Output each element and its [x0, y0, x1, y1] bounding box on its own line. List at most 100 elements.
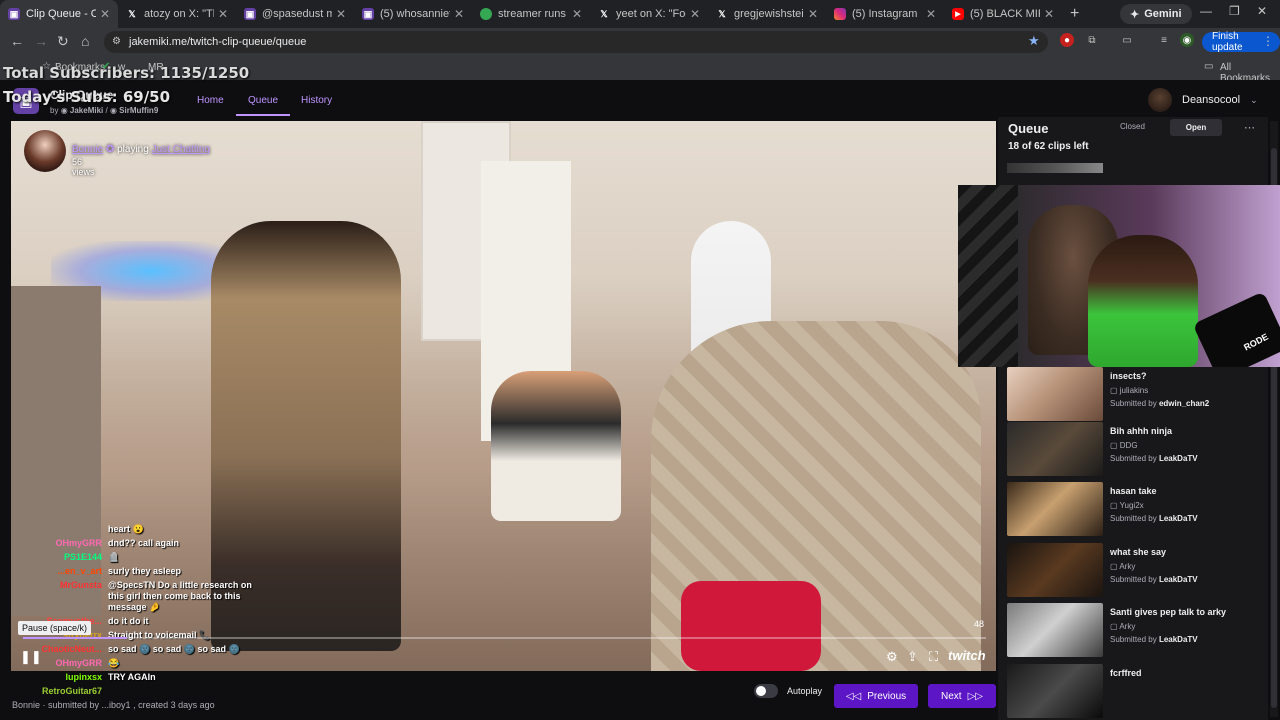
folder-icon: ▭ — [1204, 61, 1214, 72]
nav-history[interactable]: History — [301, 95, 332, 106]
close-icon[interactable]: ✕ — [1044, 7, 1054, 21]
queue-item-thumbnail — [1007, 482, 1103, 536]
chat-text: Straight to voicemail 📞 — [108, 630, 211, 640]
queue-item-thumbnail — [1007, 603, 1103, 657]
browser-tab[interactable]: ▣ (5) whosannietabe ✕ — [354, 0, 472, 28]
chat-username[interactable]: RetroGuitar67 — [26, 686, 102, 697]
chat-username[interactable]: lupinxsx — [26, 672, 102, 683]
reload-icon[interactable]: ↻ — [57, 33, 69, 50]
twitch-watermark[interactable]: twitch — [948, 648, 986, 663]
settings-gear-icon[interactable]: ⚙ — [886, 649, 898, 665]
submitted-by-label: Submitted by — [1110, 399, 1157, 408]
queue-item-thumbnail — [1007, 367, 1103, 421]
acoustic-foam — [958, 185, 1018, 367]
extensions-icon[interactable]: ⧉ — [1085, 33, 1099, 47]
tab-search-icon[interactable]: ≡ — [1157, 33, 1171, 47]
minimize-icon[interactable]: — — [1200, 4, 1212, 18]
queue-item[interactable]: Santi gives pep talk to arky ▢ Arky Submit… — [1007, 603, 1257, 659]
chat-text: @SpecsTN Do a little research on this gi… — [108, 580, 252, 612]
fullscreen-icon[interactable]: ⛶ — [929, 649, 938, 665]
user-menu[interactable]: Deansocool ⌄ — [1148, 88, 1258, 112]
next-button[interactable]: Next ▷▷ — [928, 684, 996, 708]
site-info-icon[interactable]: ⚙ — [112, 36, 121, 47]
chat-username[interactable]: PS1E144 — [26, 552, 102, 563]
autoplay-toggle[interactable] — [754, 684, 778, 698]
browser-tab[interactable]: ▣ @spasedust me ✕ — [236, 0, 354, 28]
close-icon[interactable]: ✕ — [572, 7, 582, 21]
close-icon[interactable]: ✕ — [926, 7, 936, 21]
bookmark-star-icon[interactable]: ★ — [1028, 33, 1040, 49]
more-options-icon[interactable]: ⋯ — [1244, 121, 1255, 134]
url-field[interactable]: ⚙ jakemiki.me/twitch-clip-queue/queue — [104, 31, 1048, 53]
queue-item-title: hasan take — [1110, 486, 1157, 496]
previous-button[interactable]: ◁◁ Previous — [834, 684, 918, 708]
browser-tab[interactable]: 𝕏 yeet on X: "Footage ✕ — [590, 0, 708, 28]
back-icon[interactable]: ← — [10, 33, 24, 49]
queue-item-submitter: Submitted by LeakDaTV — [1110, 454, 1198, 463]
close-icon[interactable]: ✕ — [690, 7, 700, 21]
close-icon[interactable]: ✕ — [454, 7, 464, 21]
queue-item[interactable]: what she say ▢ Arky Submitted by LeakDaTV — [1007, 543, 1257, 599]
queue-item[interactable]: hasan take ▢ Yugi2x Submitted by LeakDaTV — [1007, 482, 1257, 538]
menu-kebab-icon[interactable]: ⋮ — [1262, 34, 1274, 48]
nav-queue[interactable]: Queue — [236, 95, 291, 116]
share-icon[interactable]: ⇪ — [907, 649, 918, 665]
queue-item-submitter: Submitted by LeakDaTV — [1110, 635, 1198, 644]
chat-username[interactable]: OHmyGRR — [26, 538, 102, 549]
queue-item-channel: ▢ DDG — [1110, 441, 1138, 450]
maximize-icon[interactable]: ❐ — [1229, 4, 1240, 18]
queue-item-submitter: Submitted by LeakDaTV — [1110, 514, 1198, 523]
submitter-name: LeakDaTV — [1158, 514, 1198, 523]
total-subscribers-overlay: Total Subscribers: 1135/1250 — [3, 64, 250, 82]
chat-text: 🪦 — [108, 552, 120, 562]
video-person-center — [491, 371, 621, 521]
chat-text: do it do it — [108, 616, 149, 626]
queue-open-toggle[interactable]: Open — [1170, 119, 1222, 136]
browser-tab[interactable]: 𝕏 atozy on X: "This m ✕ — [118, 0, 236, 28]
queue-item[interactable]: fcrffred — [1007, 664, 1257, 720]
chat-username[interactable]: ...en_v_art — [26, 566, 102, 577]
browser-tab[interactable]: 𝕏 gregjewishstein on ✕ — [708, 0, 826, 28]
gemini-label: Gemini — [1144, 8, 1182, 20]
close-icon[interactable]: ✕ — [100, 7, 110, 21]
queue-title: Queue — [1008, 121, 1049, 136]
gemini-button[interactable]: ✦ Gemini — [1120, 4, 1192, 24]
author-link[interactable]: SirMuffin9 — [119, 106, 158, 115]
queue-item[interactable]: insects? ▢ juliakins Submitted by edwin_ch… — [1007, 367, 1257, 423]
channel-name: Arky — [1119, 562, 1136, 571]
pause-tooltip: Pause (space/k) — [18, 621, 92, 635]
queue-item-partial[interactable] — [1007, 163, 1103, 173]
submitted-by-label: Submitted by — [1110, 575, 1157, 584]
queue-count: 18 of 62 clips left — [1008, 141, 1089, 152]
new-tab-button[interactable]: + — [1070, 5, 1079, 23]
chat-text: dnd?? call again — [108, 538, 180, 548]
x-icon: 𝕏 — [600, 8, 608, 19]
pause-icon[interactable]: ❚❚ — [20, 649, 42, 665]
progress-bar[interactable] — [23, 637, 986, 639]
window-close-icon[interactable]: ✕ — [1257, 4, 1267, 18]
channel-name: Arky — [1119, 622, 1136, 631]
close-icon[interactable]: ✕ — [336, 7, 346, 21]
browser-tab[interactable]: ▶ (5) BLACK MIRROR ✕ — [944, 0, 1062, 28]
profile-avatar-icon[interactable]: ◉ — [1180, 33, 1194, 47]
browser-tab[interactable]: (5) Instagram ✕ — [826, 0, 944, 28]
close-icon[interactable]: ✕ — [218, 7, 228, 21]
forward-icon[interactable]: → — [34, 33, 48, 49]
chat-username[interactable]: MrGunsta — [26, 580, 102, 613]
extension-icon[interactable]: ● — [1060, 33, 1074, 47]
nav-home[interactable]: Home — [197, 95, 224, 106]
home-icon[interactable]: ⌂ — [81, 33, 89, 49]
avatar — [1148, 88, 1172, 112]
close-icon[interactable]: ✕ — [808, 7, 818, 21]
cast-icon[interactable]: ▭ — [1120, 33, 1134, 47]
author-link[interactable]: JakeMiki — [70, 106, 103, 115]
browser-tab[interactable]: streamer runs stalk ✕ — [472, 0, 590, 28]
browser-tab-active[interactable]: ▣ Clip Queue - Op ✕ — [0, 0, 118, 28]
streamer-name[interactable]: Bonnie — [72, 144, 103, 155]
chat-username[interactable] — [26, 524, 102, 535]
queue-closed-toggle[interactable]: Closed — [1120, 122, 1145, 131]
submitted-by-label: Submitted by — [1110, 454, 1157, 463]
game-link[interactable]: Just Chatting — [152, 144, 210, 155]
queue-item[interactable]: Bih ahhh ninja ▢ DDG Submitted by LeakDaTV — [1007, 422, 1257, 478]
verified-icon: ✪ — [105, 144, 115, 155]
